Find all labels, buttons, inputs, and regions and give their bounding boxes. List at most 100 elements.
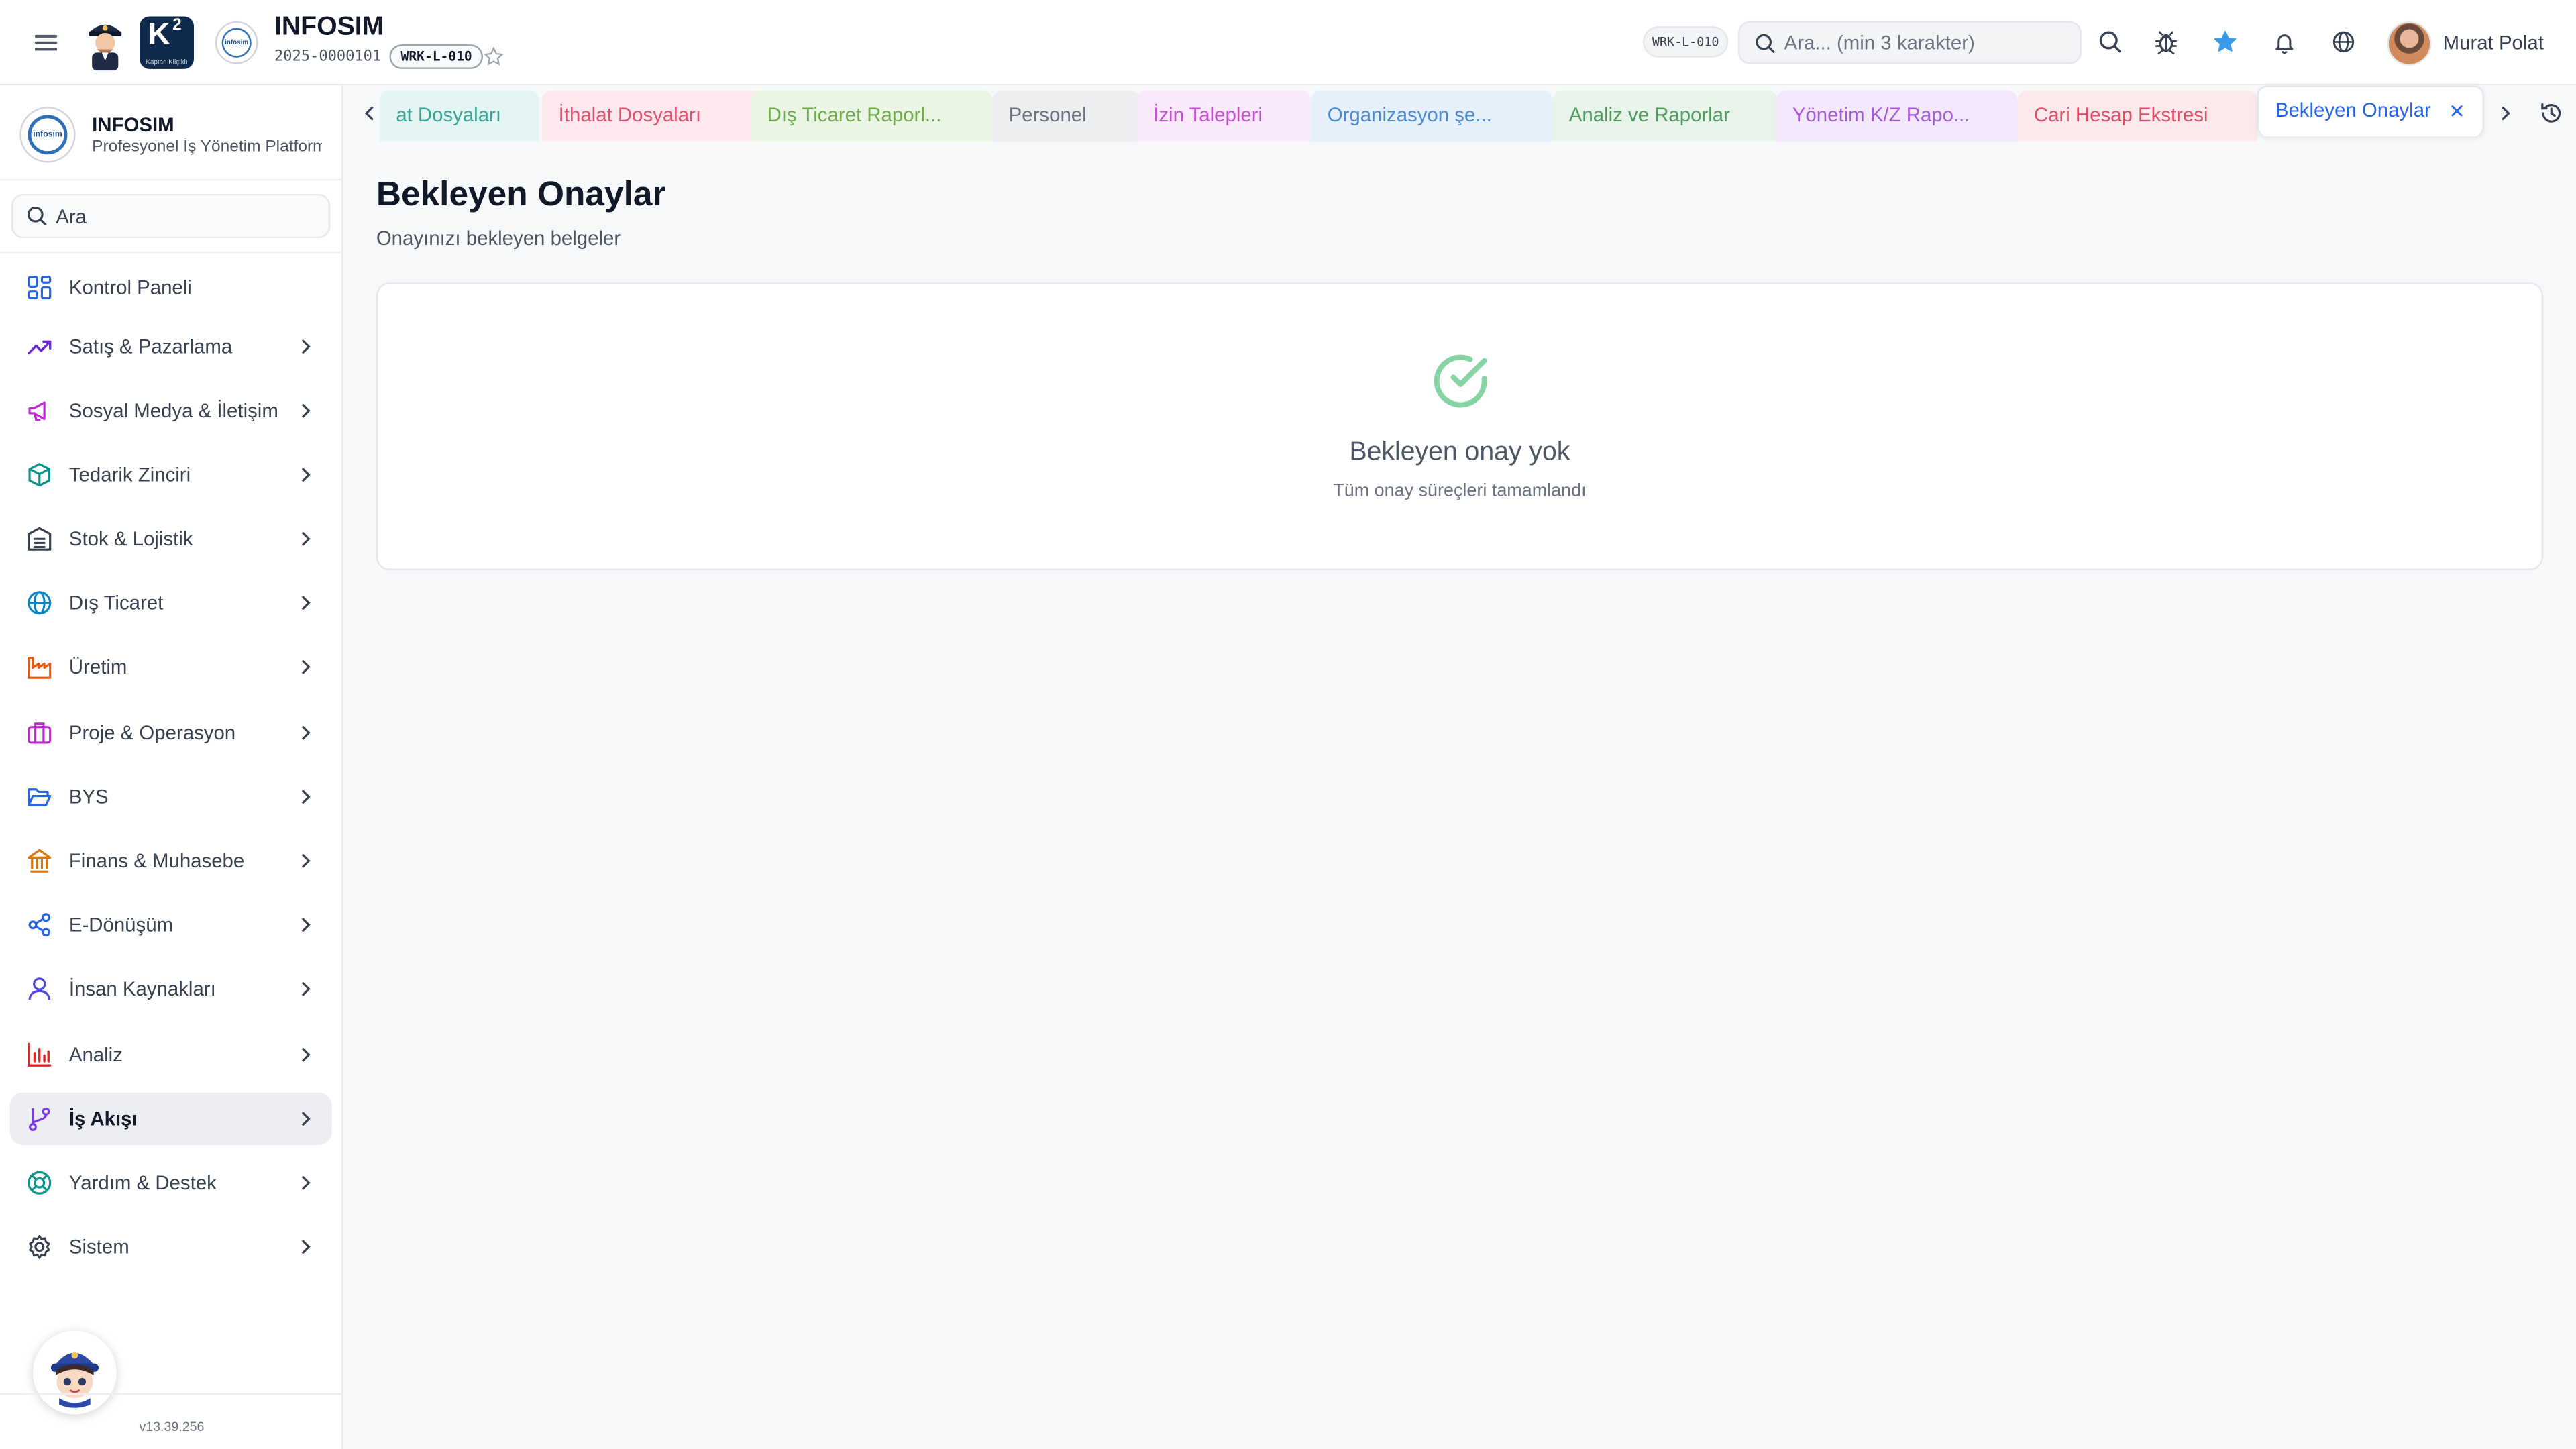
bell-icon[interactable] [2272,30,2297,54]
hamburger-icon[interactable] [32,28,61,58]
briefcase-icon [26,720,52,746]
sidebar-item-label: Sistem [68,1235,129,1258]
sidebar-item-yardim-destek[interactable]: Yardım & Destek [10,1157,332,1209]
check-circle-icon [1430,350,1492,413]
chevron-right-icon [296,915,315,934]
dashboard-icon [26,274,52,301]
gear-icon [26,1234,52,1260]
git-branch-icon [26,1106,52,1132]
chevron-right-icon [296,1109,315,1128]
folder-open-icon [26,784,52,810]
app-window: K 2 Kaptan Kilçıklı infosim INFOSIM 2025… [0,0,2576,1449]
tab-label: Organizasyon şe... [1327,103,1492,127]
tab-analiz-ve-raporlar[interactable]: Analiz ve Raporlar [1552,90,1778,142]
globe-icon [26,590,52,616]
global-search[interactable] [1738,21,2082,64]
empty-state-description: Tüm onay süreçleri tamamlandı [1333,481,1587,501]
workstation-chip-right: WRK-L-010 [1643,26,1729,58]
top-header: K 2 Kaptan Kilçıklı infosim INFOSIM 2025… [0,0,2576,86]
tab-dis-ticaret-raporlari[interactable]: Dış Ticaret Raporl... [751,90,993,142]
sidebar-item-label: Sosyal Medya & İletişim [68,399,278,423]
lifebuoy-icon [26,1170,52,1196]
bug-icon[interactable] [2154,30,2179,54]
sidebar-search-input[interactable] [56,202,319,232]
chevron-right-icon [296,787,315,806]
tab-ihracat-dosyalari[interactable]: at Dosyaları [379,90,539,142]
sidebar-item-insan-kaynaklari[interactable]: İnsan Kaynakları [10,963,332,1015]
search-icon [26,205,48,227]
tab-label: at Dosyaları [396,103,502,127]
tab-organizasyon-semasi[interactable]: Organizasyon şe... [1311,90,1553,142]
tab-label: İzin Talepleri [1153,103,1263,127]
tab-label: Yönetim K/Z Rapo... [1792,103,1970,127]
sidebar-item-label: Stok & Lojistik [68,527,193,551]
sidebar-item-label: İnsan Kaynakları [68,977,216,1001]
user-name[interactable]: Murat Polat [2443,32,2544,54]
tab-scroll-right-icon[interactable] [2496,103,2515,123]
box-icon [26,462,52,488]
sidebar-item-sosyal-medya[interactable]: Sosyal Medya & İletişim [10,384,332,437]
globe-icon[interactable] [2331,30,2356,54]
sidebar-item-finans-muhasebe[interactable]: Finans & Muhasebe [10,835,332,887]
tab-yonetim-kz-raporu[interactable]: Yönetim K/Z Rapo... [1776,90,2018,142]
tab-ithalat-dosyalari[interactable]: İthalat Dosyaları [542,90,763,142]
sidebar-item-label: Kontrol Paneli [68,276,192,299]
chevron-right-icon [296,1045,315,1065]
sidebar-item-analiz[interactable]: Analiz [10,1028,332,1081]
user-icon [26,976,52,1002]
tab-cari-hesap-ekstresi[interactable]: Cari Hesap Ekstresi [2017,90,2257,142]
chevron-right-icon [296,979,315,999]
tab-izin-talepleri[interactable]: İzin Talepleri [1136,90,1311,142]
sidebar-item-satis-pazarlama[interactable]: Satış & Pazarlama [10,321,332,373]
tab-bekleyen-onaylar[interactable]: Bekleyen Onaylar [2257,85,2484,137]
favorite-star-icon[interactable] [2213,30,2238,54]
sidebar-brand-logo: infosim [19,107,76,163]
sidebar-item-dis-ticaret[interactable]: Dış Ticaret [10,577,332,629]
sidebar-item-label: E-Dönüşüm [68,913,174,936]
empty-state-card: Bekleyen onay yok Tüm onay süreçleri tam… [376,282,2544,570]
chevron-right-icon [296,593,315,612]
sidebar-item-is-akisi[interactable]: İş Akışı [9,1092,332,1145]
assistant-mascot-button[interactable] [32,1330,117,1415]
empty-state-title: Bekleyen onay yok [1349,438,1570,467]
sidebar-item-proje-operasyon[interactable]: Proje & Operasyon [10,706,332,759]
sidebar-item-bys[interactable]: BYS [10,771,332,823]
sidebar-brand-name: INFOSIM [92,113,174,137]
sidebar-item-label: Tedarik Zinciri [68,463,191,486]
chevron-right-icon [296,657,315,677]
sidebar-brand-logo-text: infosim [28,115,68,155]
history-icon[interactable] [2540,102,2563,125]
sidebar-item-tedarik-zinciri[interactable]: Tedarik Zinciri [10,449,332,501]
bar-chart-icon [26,1042,52,1068]
sidebar-item-label: Dış Ticaret [68,591,164,614]
avatar[interactable] [2387,21,2432,66]
infosim-badge: infosim [215,21,258,64]
search-icon [1755,33,1776,54]
tab-label: Bekleyen Onaylar [2275,98,2431,122]
sidebar-divider [0,251,343,254]
sidebar-search[interactable] [11,193,331,239]
factory-icon [26,654,52,680]
sidebar-item-label: Analiz [68,1043,123,1067]
chevron-right-icon [296,337,315,356]
tab-personel[interactable]: Personel [992,90,1140,142]
sidebar-item-kontrol-paneli[interactable]: Kontrol Paneli [10,261,332,313]
app-title: INFOSIM [274,13,384,42]
sidebar-item-stok-lojistik[interactable]: Stok & Lojistik [10,513,332,565]
sidebar-item-sistem[interactable]: Sistem [10,1221,332,1273]
chevron-right-icon [296,1173,315,1193]
assistant-mascot-icon [50,1352,99,1408]
tab-label: İthalat Dosyaları [558,103,702,127]
sidebar-brand-subtitle: Profesyonel İş Yönetim Platformu [92,138,323,156]
close-icon[interactable] [2449,103,2464,118]
sidebar-item-uretim[interactable]: Üretim [10,641,332,693]
star-icon[interactable] [483,46,504,68]
document-number: 2025-0000101 [274,49,382,66]
global-search-input[interactable] [1784,28,2072,58]
search-icon[interactable] [2098,30,2123,54]
tab-scroll-left-icon[interactable] [360,103,379,123]
warehouse-icon [26,526,52,552]
sidebar-item-label: İş Akışı [68,1107,138,1130]
sidebar-item-label: Proje & Operasyon [68,721,236,745]
sidebar-item-e-donusum[interactable]: E-Dönüşüm [10,899,332,951]
